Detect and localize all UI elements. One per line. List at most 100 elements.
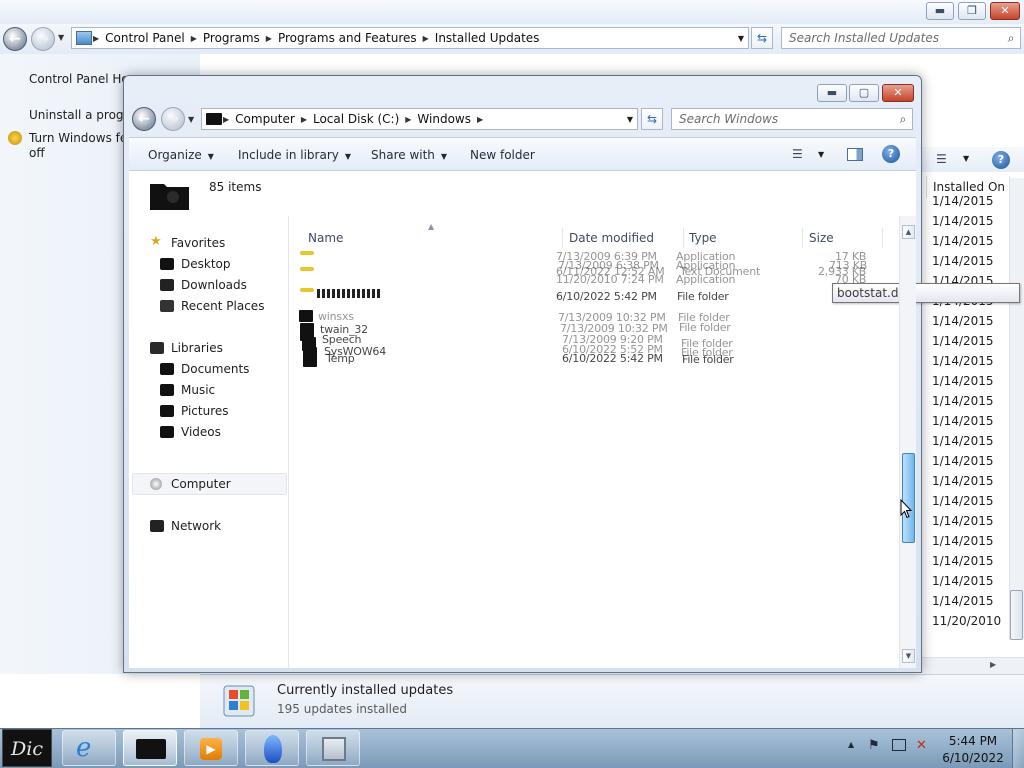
- explorer-address-dropdown-icon[interactable]: ▼: [627, 115, 633, 124]
- minimize-button[interactable]: ▬: [926, 2, 954, 20]
- back-button[interactable]: ←: [3, 27, 27, 51]
- start-button[interactable]: Dic: [2, 729, 52, 767]
- help-icon[interactable]: ?: [992, 151, 1010, 169]
- share-with-button[interactable]: Share with ▼: [371, 148, 447, 162]
- installed-on-cell[interactable]: 1/14/2015: [932, 514, 994, 528]
- nav-documents[interactable]: Documents: [181, 362, 249, 376]
- scroll-right-icon[interactable]: ▶: [990, 660, 996, 669]
- installed-on-cell[interactable]: 1/14/2015: [932, 554, 994, 568]
- explorer-back-button[interactable]: ←: [132, 107, 156, 131]
- view-dropdown-icon[interactable]: ▼: [963, 154, 969, 163]
- installed-on-cell[interactable]: 1/14/2015: [932, 574, 994, 588]
- explorer-close-button[interactable]: ✕: [882, 84, 914, 102]
- installed-on-cell[interactable]: 1/14/2015: [932, 354, 994, 368]
- explorer-help-icon[interactable]: ?: [882, 145, 900, 163]
- show-hidden-icons-icon[interactable]: ▲: [848, 740, 854, 749]
- view-icon[interactable]: ☰: [936, 152, 947, 166]
- close-button[interactable]: ✕: [990, 2, 1020, 20]
- breadcrumb-local-disk[interactable]: Local Disk (C:): [308, 112, 404, 126]
- nav-libraries[interactable]: Libraries: [171, 341, 223, 355]
- taskbar-internet-explorer[interactable]: e: [62, 730, 116, 766]
- installed-on-cell[interactable]: 1/14/2015: [932, 454, 994, 468]
- address-dropdown-icon[interactable]: ▼: [738, 34, 744, 43]
- nav-recent-places[interactable]: Recent Places: [181, 299, 264, 313]
- restore-button[interactable]: ❐: [958, 2, 986, 20]
- search-box[interactable]: ⌕: [781, 27, 1021, 49]
- nav-videos[interactable]: Videos: [181, 425, 221, 439]
- installed-on-cell[interactable]: 1/14/2015: [932, 234, 994, 248]
- installed-on-cell[interactable]: 1/14/2015: [932, 314, 994, 328]
- installed-on-cell[interactable]: 1/14/2015: [932, 414, 994, 428]
- installed-on-cell[interactable]: 1/14/2015: [932, 534, 994, 548]
- list-horizontal-scrollbar[interactable]: ▶: [922, 657, 1024, 674]
- forward-button[interactable]: →: [31, 27, 55, 51]
- breadcrumb-programs[interactable]: Programs: [198, 31, 265, 45]
- clock-time[interactable]: 5:44 PM: [940, 734, 1006, 748]
- nav-pictures[interactable]: Pictures: [181, 404, 229, 418]
- installed-on-cell[interactable]: 1/14/2015: [932, 494, 994, 508]
- nav-network[interactable]: Network: [171, 519, 221, 533]
- file-list-scroll-thumb[interactable]: [902, 453, 915, 543]
- name-column-header[interactable]: Name: [308, 231, 343, 245]
- taskbar-app-4[interactable]: [245, 730, 299, 766]
- show-desktop-button[interactable]: [1012, 729, 1024, 768]
- installed-on-cell[interactable]: 1/14/2015: [932, 474, 994, 488]
- date-modified-column-header[interactable]: Date modified: [569, 231, 654, 245]
- new-folder-button[interactable]: New folder: [470, 148, 535, 162]
- nav-favorites[interactable]: Favorites: [171, 236, 225, 250]
- explorer-minimize-button[interactable]: ▬: [817, 84, 847, 102]
- installed-on-cell[interactable]: 1/14/2015: [932, 434, 994, 448]
- explorer-address-bar[interactable]: ▶ Computer ▶ Local Disk (C:) ▶ Windows ▶…: [201, 108, 638, 130]
- preview-pane-icon[interactable]: [847, 148, 863, 161]
- search-icon[interactable]: ⌕: [1002, 31, 1020, 46]
- explorer-recent-pages-chevron-icon[interactable]: ▼: [188, 115, 194, 124]
- include-in-library-button[interactable]: Include in library ▼: [238, 148, 351, 162]
- explorer-refresh-button[interactable]: ⇆: [641, 108, 663, 130]
- breadcrumb-programs-and-features[interactable]: Programs and Features: [273, 31, 422, 45]
- recent-pages-chevron-icon[interactable]: ▼: [58, 33, 64, 42]
- breadcrumb-windows[interactable]: Windows: [412, 112, 476, 126]
- list-vertical-scrollbar[interactable]: [1009, 178, 1024, 640]
- breadcrumb-control-panel[interactable]: Control Panel: [100, 31, 190, 45]
- scroll-up-icon[interactable]: ▲: [902, 225, 915, 239]
- breadcrumb-installed-updates[interactable]: Installed Updates: [430, 31, 545, 45]
- volume-muted-icon[interactable]: ✕: [916, 738, 927, 753]
- nav-downloads[interactable]: Downloads: [181, 278, 247, 292]
- breadcrumb-computer[interactable]: Computer: [230, 112, 300, 126]
- network-tray-icon[interactable]: [892, 739, 906, 751]
- explorer-search-icon[interactable]: ⌕: [894, 112, 912, 127]
- installed-on-cell[interactable]: 11/20/2010: [932, 614, 1001, 628]
- installed-on-cell[interactable]: 1/14/2015: [932, 594, 994, 608]
- nav-music[interactable]: Music: [181, 383, 215, 397]
- taskbar-control-panel[interactable]: [306, 730, 360, 766]
- installed-on-cell[interactable]: 1/14/2015: [932, 194, 994, 208]
- nav-computer[interactable]: Computer: [171, 477, 231, 491]
- installed-on-cell[interactable]: 1/14/2015: [932, 374, 994, 388]
- type-column-header[interactable]: Type: [689, 231, 717, 245]
- installed-on-cell[interactable]: 1/14/2015: [932, 334, 994, 348]
- view-options-dropdown-icon[interactable]: ▼: [818, 150, 824, 159]
- list-scroll-thumb[interactable]: [1010, 590, 1023, 640]
- filename-tooltip: bootstat.dat: [832, 283, 1020, 303]
- file-list-vertical-scrollbar[interactable]: ▲ ▼: [899, 216, 916, 668]
- refresh-button[interactable]: ⇆: [751, 27, 773, 49]
- taskbar-explorer[interactable]: [123, 730, 177, 766]
- address-bar[interactable]: ▶ Control Panel ▶ Programs ▶ Programs an…: [71, 27, 749, 49]
- organize-button[interactable]: Organize ▼: [148, 148, 214, 162]
- installed-on-cell[interactable]: 1/14/2015: [932, 214, 994, 228]
- change-view-icon[interactable]: ☰: [792, 147, 803, 161]
- action-center-flag-icon[interactable]: ⚑: [868, 738, 880, 753]
- explorer-search-box[interactable]: ⌕: [671, 108, 913, 130]
- installed-on-cell[interactable]: 1/14/2015: [932, 254, 994, 268]
- nav-desktop[interactable]: Desktop: [181, 257, 231, 271]
- explorer-maximize-button[interactable]: ▢: [849, 84, 879, 102]
- search-input[interactable]: [789, 31, 1002, 45]
- installed-on-cell[interactable]: 1/14/2015: [932, 394, 994, 408]
- explorer-forward-button[interactable]: →: [161, 107, 185, 131]
- windows-features-link-line2[interactable]: off: [29, 146, 45, 160]
- explorer-search-input[interactable]: [679, 112, 894, 126]
- taskbar-media-player[interactable]: ▶: [184, 730, 238, 766]
- scroll-down-icon[interactable]: ▼: [902, 649, 915, 663]
- size-column-header[interactable]: Size: [809, 231, 834, 245]
- clock-date[interactable]: 6/10/2022: [940, 751, 1006, 765]
